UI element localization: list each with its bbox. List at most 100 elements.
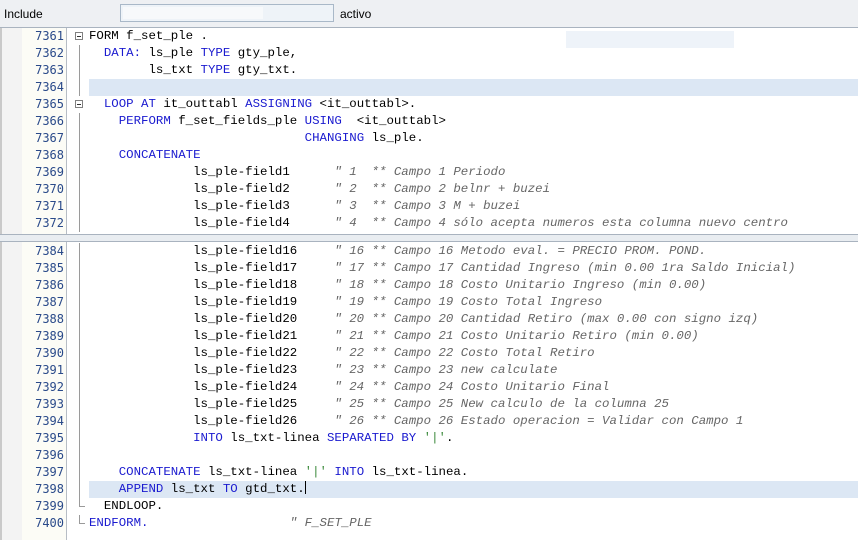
code-line[interactable]: 7384 ls_ple-field16 " 16 ** Campo 16 Met… (0, 243, 858, 260)
line-number: 7361 (35, 29, 64, 43)
code-line[interactable]: 7362 DATA: ls_ple TYPE gty_ple, (0, 45, 858, 62)
code-text[interactable]: INTO ls_txt-linea SEPARATED BY '|'. (89, 430, 858, 447)
fold-guide-line (75, 113, 87, 130)
code-token: <it_outtabl>. (312, 97, 417, 111)
include-name-field[interactable] (120, 4, 334, 22)
code-text[interactable]: ls_ple-field18 " 18 ** Campo 18 Costo Un… (89, 277, 858, 294)
code-line[interactable]: 7392 ls_ple-field24 " 24 ** Campo 24 Cos… (0, 379, 858, 396)
string-token: '|' (423, 431, 446, 445)
code-token: f_set_fields_ple (170, 114, 305, 128)
code-text[interactable]: ls_ple-field16 " 16 ** Campo 16 Metodo e… (89, 243, 858, 260)
code-text[interactable]: ls_ple-field25 " 25 ** Campo 25 New calc… (89, 396, 858, 413)
code-line[interactable]: 7399 ENDLOOP. (0, 498, 858, 515)
comment-token: " 19 ** Campo 19 Costo Total Ingreso (334, 295, 603, 309)
code-text[interactable]: APPEND ls_txt TO gtd_txt. (89, 481, 858, 498)
comment-token: " 16 ** Campo 16 Metodo eval. = PRECIO P… (334, 244, 707, 258)
code-line[interactable]: 7396 (0, 447, 858, 464)
code-text[interactable] (89, 447, 858, 464)
code-line[interactable]: 7367 CHANGING ls_ple. (0, 130, 858, 147)
code-line[interactable]: 7395 INTO ls_txt-linea SEPARATED BY '|'. (0, 430, 858, 447)
code-line[interactable]: 7397 CONCATENATE ls_txt-linea '|' INTO l… (0, 464, 858, 481)
fold-guide-line (75, 45, 87, 62)
comment-token: " 3 ** Campo 3 M + buzei (334, 199, 521, 213)
code-line[interactable]: 7394 ls_ple-field26 " 26 ** Campo 26 Est… (0, 413, 858, 430)
code-text[interactable]: ls_txt TYPE gty_txt. (89, 62, 858, 79)
code-line[interactable]: 7364 (0, 79, 858, 96)
keyword-token: TO (222, 482, 238, 496)
line-number: 7364 (35, 80, 64, 94)
code-line[interactable]: 7363 ls_txt TYPE gty_txt. (0, 62, 858, 79)
comment-token: " 17 ** Campo 17 Cantidad Ingreso (min 0… (334, 261, 796, 275)
code-line[interactable]: 7369 ls_ple-field1 " 1 ** Campo 1 Period… (0, 164, 858, 181)
comment-token: " 20 ** Campo 20 Cantidad Retiro (max 0.… (334, 312, 759, 326)
code-line[interactable]: 7390 ls_ple-field22 " 22 ** Campo 22 Cos… (0, 345, 858, 362)
comment-token: " 4 ** Campo 4 sólo acepta numeros esta … (334, 216, 788, 230)
code-text[interactable]: ENDLOOP. (89, 498, 858, 515)
line-number: 7372 (35, 216, 64, 230)
code-line[interactable]: 7370 ls_ple-field2 " 2 ** Campo 2 belnr … (0, 181, 858, 198)
code-text[interactable]: ENDFORM. " F_SET_PLE (89, 515, 858, 532)
code-token: <it_outtabl> (341, 114, 446, 128)
code-text[interactable]: DATA: ls_ple TYPE gty_ple, (89, 45, 858, 62)
fold-end-marker (75, 515, 87, 532)
code-text[interactable] (89, 79, 858, 96)
fold-guide-line (75, 311, 87, 328)
code-line[interactable]: 7366 PERFORM f_set_fields_ple USING <it_… (0, 113, 858, 130)
code-text[interactable]: ls_ple-field1 " 1 ** Campo 1 Periodo (89, 164, 858, 181)
code-token: . (445, 431, 454, 445)
code-text[interactable]: LOOP AT it_outtabl ASSIGNING <it_outtabl… (89, 96, 858, 113)
code-token: ls_txt (163, 482, 223, 496)
code-line[interactable]: 7372 ls_ple-field4 " 4 ** Campo 4 sólo a… (0, 215, 858, 232)
code-line[interactable]: 7386 ls_ple-field18 " 18 ** Campo 18 Cos… (0, 277, 858, 294)
code-line[interactable]: 7391 ls_ple-field23 " 23 ** Campo 23 new… (0, 362, 858, 379)
line-number: 7399 (35, 499, 64, 513)
code-line[interactable]: 7361 FORM f_set_ple . (0, 28, 858, 45)
code-text[interactable]: ls_ple-field20 " 20 ** Campo 20 Cantidad… (89, 311, 858, 328)
code-text[interactable]: ls_ple-field4 " 4 ** Campo 4 sólo acepta… (89, 215, 858, 232)
fold-end-marker (75, 498, 87, 515)
code-token: ls_ple (141, 46, 201, 60)
code-token: it_outtabl (155, 97, 246, 111)
code-text[interactable]: ls_ple-field3 " 3 ** Campo 3 M + buzei (89, 198, 858, 215)
code-text[interactable]: ls_ple-field2 " 2 ** Campo 2 belnr + buz… (89, 181, 858, 198)
code-text[interactable]: ls_ple-field17 " 17 ** Campo 17 Cantidad… (89, 260, 858, 277)
code-text[interactable]: ls_ple-field19 " 19 ** Campo 19 Costo To… (89, 294, 858, 311)
code-text[interactable]: ls_ple-field24 " 24 ** Campo 24 Costo Un… (89, 379, 858, 396)
fold-guide-line (75, 198, 87, 215)
keyword-token: USING (304, 114, 342, 128)
code-text[interactable]: CONCATENATE ls_txt-linea '|' INTO ls_txt… (89, 464, 858, 481)
collapse-icon[interactable] (75, 96, 87, 113)
split-divider[interactable] (0, 234, 858, 242)
editor-pane-bottom[interactable]: 7384 ls_ple-field16 " 16 ** Campo 16 Met… (0, 242, 858, 540)
code-text[interactable]: ls_ple-field22 " 22 ** Campo 22 Costo To… (89, 345, 858, 362)
code-text[interactable]: CHANGING ls_ple. (89, 130, 858, 147)
code-line[interactable]: 7398 APPEND ls_txt TO gtd_txt. (0, 481, 858, 498)
fold-guide-line (75, 328, 87, 345)
line-number: 7370 (35, 182, 64, 196)
editor-pane-top[interactable]: 7361 FORM f_set_ple . 7362 DATA: ls_ple TY… (0, 28, 858, 234)
code-line[interactable]: 7365 LOOP AT it_outtabl ASSIGNING <it_ou… (0, 96, 858, 113)
code-text[interactable]: PERFORM f_set_fields_ple USING <it_outta… (89, 113, 858, 130)
code-text[interactable]: ls_ple-field23 " 23 ** Campo 23 new calc… (89, 362, 858, 379)
code-line[interactable]: 7368 CONCATENATE (0, 147, 858, 164)
code-text[interactable]: ls_ple-field26 " 26 ** Campo 26 Estado o… (89, 413, 858, 430)
code-line[interactable]: 7388 ls_ple-field20 " 20 ** Campo 20 Can… (0, 311, 858, 328)
code-text[interactable]: CONCATENATE (89, 147, 858, 164)
collapse-icon[interactable] (75, 28, 87, 45)
code-text[interactable]: ls_ple-field21 " 21 ** Campo 21 Costo Un… (89, 328, 858, 345)
toolbar: Include activo (0, 0, 858, 28)
code-line[interactable]: 7400 ENDFORM. " F_SET_PLE (0, 515, 858, 532)
comment-token: " 23 ** Campo 23 new calculate (334, 363, 558, 377)
code-text[interactable]: FORM f_set_ple . (89, 28, 858, 45)
code-line[interactable]: 7389 ls_ple-field21 " 21 ** Campo 21 Cos… (0, 328, 858, 345)
code-line[interactable]: 7385 ls_ple-field17 " 17 ** Campo 17 Can… (0, 260, 858, 277)
keyword-token: INTO (334, 465, 365, 479)
line-number: 7393 (35, 397, 64, 411)
fold-guide-line (75, 215, 87, 232)
code-line[interactable]: 7387 ls_ple-field19 " 19 ** Campo 19 Cos… (0, 294, 858, 311)
code-token: gtd_txt. (237, 482, 305, 496)
code-line[interactable]: 7371 ls_ple-field3 " 3 ** Campo 3 M + bu… (0, 198, 858, 215)
code-line[interactable]: 7393 ls_ple-field25 " 25 ** Campo 25 New… (0, 396, 858, 413)
